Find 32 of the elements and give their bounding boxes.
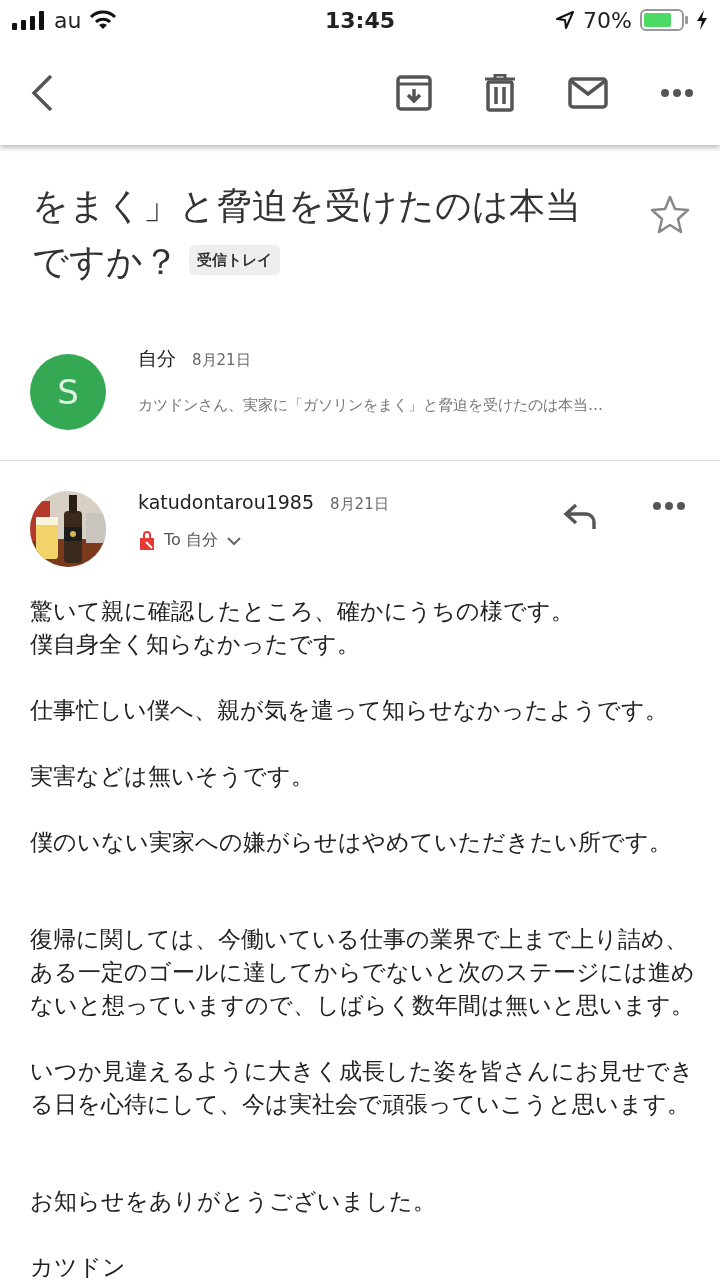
body-text: 仕事忙しい僕へ、親が気を遣って知らせなかったようです。 <box>30 696 669 725</box>
message-date: 8月21日 <box>192 351 251 370</box>
more-icon[interactable] <box>652 501 686 511</box>
more-icon[interactable] <box>660 87 694 98</box>
body-text: 驚いて親に確認したところ、確かにうちの様です。 <box>30 597 575 626</box>
sender-name: 自分 <box>138 346 176 371</box>
battery-percentage: 70% <box>583 7 632 33</box>
clock-time: 13:45 <box>325 7 395 33</box>
location-arrow-icon <box>555 10 576 30</box>
star-icon[interactable] <box>650 194 690 234</box>
avatar: S <box>30 354 106 430</box>
body-text: 僕のいない実家への嫌がらせはやめていただきたい所です。 <box>30 828 673 857</box>
message-date: 8月21日 <box>330 495 389 514</box>
message-snippet: カツドンさん、実家に「ガソリンをまく」と脅迫を受けたのは本当… <box>138 396 604 415</box>
body-text: 実害などは無いそうです。 <box>30 762 315 791</box>
body-text: 僕自身全く知らなかったです。 <box>30 630 361 659</box>
chevron-down-icon[interactable] <box>225 535 242 546</box>
body-text: お知らせをありがとうございました。 <box>30 1187 437 1216</box>
shopping-bag-icon <box>138 530 156 551</box>
body-text: いつか見違えるように大きく成長した姿を皆さんにお見せできる日を心待にして、今は実社会で頑張っていこうと思います。 <box>30 1057 695 1119</box>
sender-name: katudontarou1985 <box>138 491 315 513</box>
body-text: カツドン <box>30 1253 127 1280</box>
recipient-label: To 自分 <box>164 530 218 551</box>
charging-bolt-icon <box>696 10 708 30</box>
email-subject: ですか？ <box>32 241 179 282</box>
battery-icon <box>640 9 688 31</box>
wifi-icon <box>89 10 118 30</box>
inbox-label: 受信トレイ <box>189 245 280 275</box>
body-text: 復帰に関しては、今働いている仕事の業界で上まで上り詰め、ある一定のゴールに達してからでないと次のステージには進めないと想っていますので、しばらく数年間は無いと思います。 <box>30 925 696 1020</box>
email-subject: をまく」と脅迫を受けたのは本当 <box>32 185 581 226</box>
carrier-name: au <box>54 7 82 33</box>
signal-icon <box>12 10 46 30</box>
